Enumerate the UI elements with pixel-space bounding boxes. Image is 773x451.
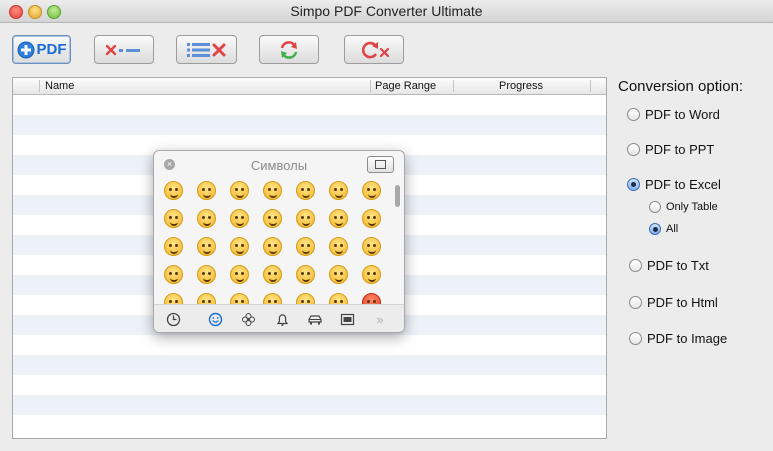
smiley-icon[interactable]: [206, 310, 224, 328]
clear-list-icon: [186, 42, 225, 57]
suboption-label: Only Table: [666, 201, 718, 213]
emoji-kissing-closed-eyes[interactable]: [197, 209, 216, 228]
emoji-disappointed-relieved[interactable]: [296, 265, 315, 284]
clear-list-button[interactable]: [176, 35, 237, 64]
emoji-joy[interactable]: [197, 265, 216, 284]
conversion-options-title: Conversion option:: [618, 78, 744, 95]
column-header-progress[interactable]: Progress: [499, 80, 543, 92]
plus-circle-icon: [17, 41, 34, 58]
emoji-grinning[interactable]: [164, 181, 183, 200]
emoji-stuck-out-tongue-closed-eyes[interactable]: [329, 209, 348, 228]
radio-button-selected[interactable]: [627, 178, 640, 191]
emoji-heart-eyes[interactable]: [362, 181, 381, 200]
option-pdf-to-excel[interactable]: PDF to Excel: [627, 177, 721, 192]
car-icon[interactable]: [306, 310, 324, 328]
option-pdf-to-image[interactable]: PDF to Image: [629, 331, 727, 346]
number-icon[interactable]: [338, 310, 356, 328]
radio-button[interactable]: [627, 143, 640, 156]
keyboard-viewer-icon[interactable]: [367, 156, 394, 173]
emoji-flushed[interactable]: [164, 237, 183, 256]
option-label: PDF to Image: [647, 331, 728, 346]
emoji-pensive[interactable]: [230, 237, 249, 256]
remove-item-icon: [105, 44, 140, 55]
table-header: Name Page Range Progress: [13, 78, 606, 95]
emoji-relieved[interactable]: [263, 237, 282, 256]
column-separator[interactable]: [590, 80, 591, 92]
emoji-stuck-out-tongue[interactable]: [362, 209, 381, 228]
emoji-kissing-heart[interactable]: [164, 209, 183, 228]
remove-file-button[interactable]: [94, 35, 154, 64]
emoji-sweat-smile[interactable]: [362, 265, 381, 284]
option-pdf-to-word[interactable]: PDF to Word: [627, 107, 720, 122]
flower-icon[interactable]: [239, 310, 257, 328]
palette-category-tabs: »: [154, 305, 404, 332]
emoji-disappointed[interactable]: [329, 237, 348, 256]
add-pdf-button[interactable]: PDF: [12, 35, 71, 64]
radio-button[interactable]: [629, 332, 642, 345]
radio-button[interactable]: [649, 201, 661, 213]
window-title: Simpo PDF Converter Ultimate: [290, 3, 483, 19]
option-pdf-to-ppt[interactable]: PDF to PPT: [627, 142, 714, 157]
radio-button[interactable]: [629, 296, 642, 309]
stop-button[interactable]: [344, 35, 404, 64]
emoji-persevere[interactable]: [362, 237, 381, 256]
emoji-unamused[interactable]: [296, 237, 315, 256]
column-separator[interactable]: [453, 80, 454, 92]
column-separator[interactable]: [39, 80, 40, 92]
more-chevron-icon[interactable]: »: [371, 310, 389, 328]
table-row: [13, 95, 606, 115]
option-label: PDF to Excel: [645, 177, 721, 192]
suboption-all[interactable]: All: [649, 223, 678, 235]
emoji-cry[interactable]: [164, 265, 183, 284]
emoji-cold-sweat[interactable]: [329, 265, 348, 284]
symbols-palette[interactable]: × Символы »: [153, 150, 405, 333]
bell-icon[interactable]: [273, 310, 291, 328]
emoji-relaxed[interactable]: [296, 181, 315, 200]
column-separator[interactable]: [370, 80, 371, 92]
toolbar: PDF: [0, 23, 773, 73]
emoji-kissing-smiling-eyes[interactable]: [263, 209, 282, 228]
title-bar: Simpo PDF Converter Ultimate: [0, 0, 773, 23]
add-pdf-label: PDF: [36, 41, 67, 58]
radio-button[interactable]: [629, 259, 642, 272]
palette-scrollbar[interactable]: [395, 185, 400, 207]
suboption-label: All: [666, 223, 679, 235]
stop-refresh-icon: [361, 41, 390, 58]
radio-button-selected[interactable]: [649, 223, 661, 235]
table-row: [13, 375, 606, 395]
column-header-name[interactable]: Name: [45, 80, 74, 92]
option-pdf-to-txt[interactable]: PDF to Txt: [629, 258, 709, 273]
emoji-blush[interactable]: [263, 181, 282, 200]
option-label: PDF to PPT: [645, 142, 715, 157]
clock-icon[interactable]: [164, 310, 182, 328]
emoji-wink[interactable]: [329, 181, 348, 200]
emoji-stuck-out-tongue-winking[interactable]: [296, 209, 315, 228]
table-row: [13, 335, 606, 355]
option-label: PDF to Word: [645, 107, 720, 122]
suboption-only-table[interactable]: Only Table: [649, 201, 718, 213]
refresh-icon: [280, 40, 298, 59]
table-row: [13, 415, 606, 435]
table-row: [13, 355, 606, 375]
table-row: [13, 115, 606, 135]
emoji-kissing[interactable]: [230, 209, 249, 228]
emoji-sleepy[interactable]: [263, 265, 282, 284]
option-label: PDF to Txt: [647, 258, 709, 273]
emoji-smile[interactable]: [230, 181, 249, 200]
table-row: [13, 395, 606, 415]
emoji-smiley[interactable]: [197, 181, 216, 200]
option-pdf-to-html[interactable]: PDF to Html: [629, 295, 718, 310]
emoji-grin[interactable]: [197, 237, 216, 256]
radio-button[interactable]: [627, 108, 640, 121]
emoji-sob[interactable]: [230, 265, 249, 284]
column-header-page-range[interactable]: Page Range: [375, 80, 436, 92]
convert-button[interactable]: [259, 35, 319, 64]
option-label: PDF to Html: [647, 295, 718, 310]
